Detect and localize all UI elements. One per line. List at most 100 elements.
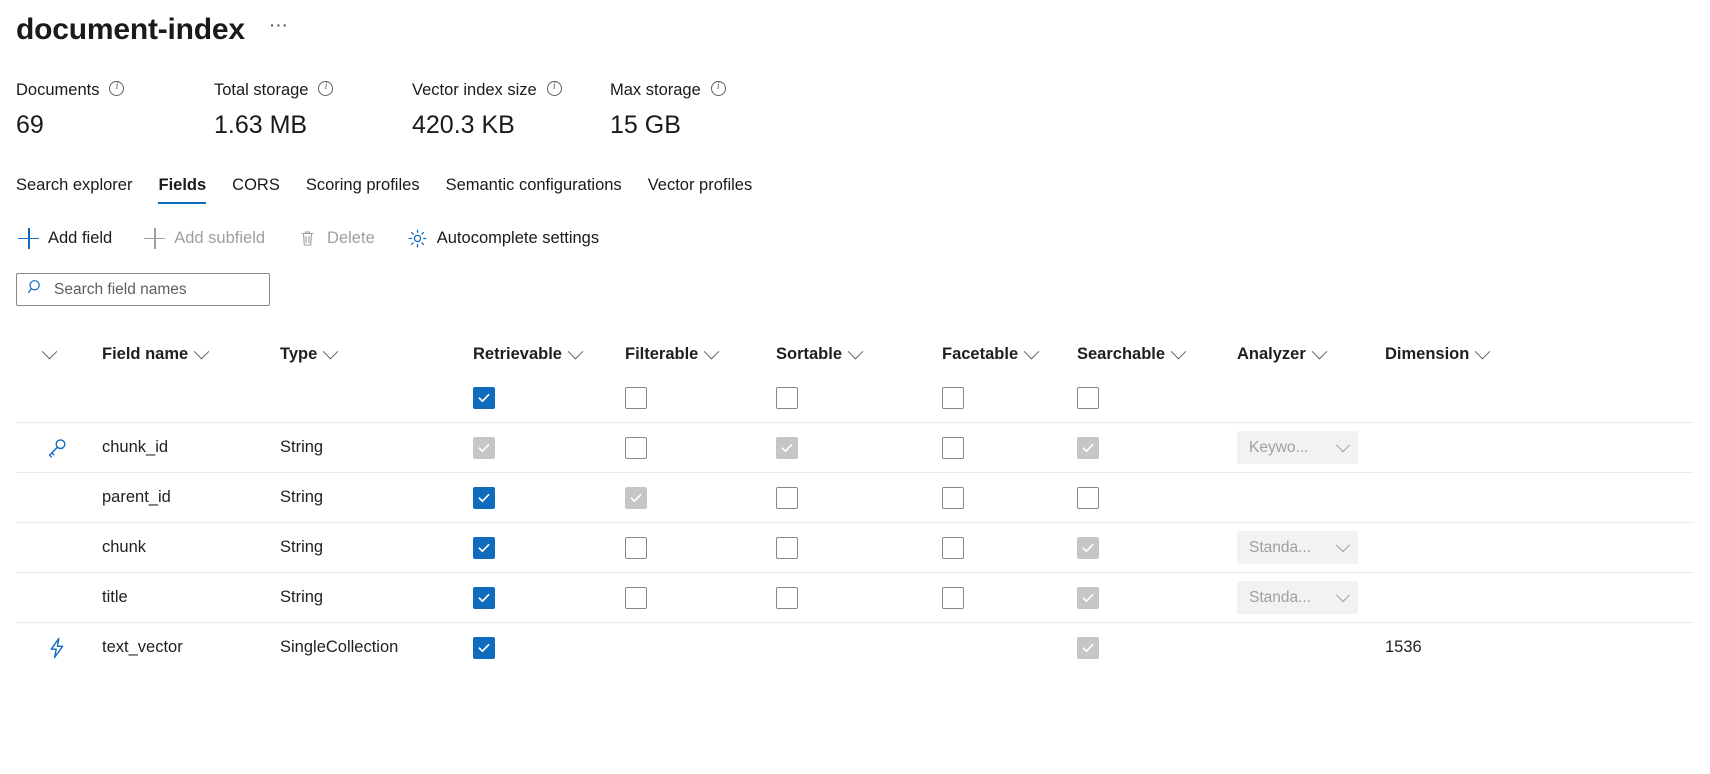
checkbox-searchable[interactable]	[1077, 486, 1099, 509]
checkbox-facetable[interactable]	[942, 486, 964, 509]
table-row[interactable]: text_vector SingleCollection 1536	[16, 622, 1694, 672]
checkbox-filterable[interactable]	[625, 586, 647, 609]
type-text: SingleCollection	[280, 638, 399, 656]
checkbox-searchable-all[interactable]	[1077, 387, 1099, 409]
column-header-expand[interactable]	[16, 343, 102, 360]
stat-value: 1.63 MB	[214, 111, 308, 139]
analyzer-dropdown[interactable]: Standa...	[1237, 581, 1358, 614]
column-header-filterable[interactable]: Filterable	[625, 343, 776, 364]
fields-table: Field name Type Retrievable Filterable S…	[16, 334, 1694, 672]
select-all-filterable	[625, 387, 776, 409]
row-retrievable	[473, 586, 625, 609]
info-icon[interactable]	[318, 81, 334, 96]
tab-fields[interactable]: Fields	[145, 175, 219, 204]
chevron-down-icon	[1023, 343, 1040, 359]
add-subfield-button[interactable]: Add subfield	[142, 227, 279, 249]
stat-label: Max storage	[610, 81, 701, 99]
column-header-sortable[interactable]: Sortable	[776, 343, 942, 364]
stat-label: Vector index size	[412, 81, 537, 99]
checkbox-retrievable[interactable]	[473, 486, 495, 509]
checkbox-searchable	[1077, 636, 1099, 659]
column-header-retrievable[interactable]: Retrievable	[473, 343, 625, 364]
chevron-down-icon	[1170, 343, 1187, 359]
info-icon[interactable]	[710, 81, 726, 96]
checkbox-retrievable[interactable]	[473, 536, 495, 559]
stat-value: 69	[16, 111, 44, 139]
row-field-name: title	[102, 588, 280, 607]
page-header: document-index ···	[16, 0, 1694, 50]
checkbox-retrievable-all[interactable]	[473, 387, 495, 409]
row-type: String	[280, 488, 473, 507]
checkbox-sortable[interactable]	[776, 586, 798, 609]
column-header-type[interactable]: Type	[280, 343, 473, 364]
checkbox-filterable[interactable]	[625, 436, 647, 459]
command-label: Autocomplete settings	[436, 229, 600, 247]
index-stats: Documents 69 Total storage 1.63 MB Vecto…	[16, 80, 1694, 140]
checkbox-sortable[interactable]	[776, 536, 798, 559]
delete-button[interactable]: Delete	[295, 228, 389, 249]
checkbox-filterable	[625, 637, 647, 659]
command-bar: Add field Add subfield Delete Autocomple…	[16, 221, 1694, 255]
chevron-down-icon	[323, 343, 339, 359]
column-header-facetable[interactable]: Facetable	[942, 343, 1077, 364]
command-label: Delete	[327, 229, 375, 247]
field-name-text: chunk_id	[102, 438, 169, 456]
type-text: String	[280, 588, 324, 606]
column-header-searchable[interactable]: Searchable	[1077, 343, 1237, 364]
tab-semantic-configurations[interactable]: Semantic configurations	[433, 175, 635, 204]
tab-search-explorer[interactable]: Search explorer	[16, 175, 145, 204]
checkbox-searchable	[1077, 586, 1099, 609]
stat-value: 420.3 KB	[412, 111, 515, 139]
checkbox-retrievable[interactable]	[473, 636, 495, 659]
table-header-row: Field name Type Retrievable Filterable S…	[16, 334, 1694, 374]
command-label: Add field	[48, 229, 113, 247]
search-input[interactable]: Search field names	[54, 281, 187, 299]
row-filterable	[625, 586, 776, 609]
column-label: Searchable	[1077, 344, 1166, 363]
add-field-button[interactable]: Add field	[16, 227, 126, 249]
dimension-value: 1536	[1385, 638, 1422, 656]
table-row[interactable]: chunk_id String Keywo...	[16, 422, 1694, 472]
row-sortable	[776, 586, 942, 609]
checkbox-sortable-all[interactable]	[776, 387, 798, 409]
field-name-text: text_vector	[102, 638, 183, 656]
checkbox-facetable[interactable]	[942, 436, 964, 459]
search-field-names-box[interactable]: Search field names	[16, 273, 270, 306]
search-icon	[27, 278, 45, 301]
table-row[interactable]: chunk String Standa...	[16, 522, 1694, 572]
checkbox-sortable[interactable]	[776, 486, 798, 509]
more-options-icon[interactable]: ···	[263, 16, 294, 44]
checkbox-facetable[interactable]	[942, 586, 964, 609]
checkbox-filterable-all[interactable]	[625, 387, 647, 409]
tab-cors[interactable]: CORS	[219, 175, 293, 204]
checkbox-filterable[interactable]	[625, 536, 647, 559]
tab-scoring-profiles[interactable]: Scoring profiles	[293, 175, 433, 204]
row-sortable	[776, 637, 942, 659]
checkbox-searchable	[1077, 536, 1099, 559]
column-header-dimension[interactable]: Dimension	[1385, 343, 1545, 364]
row-analyzer: Standa...	[1237, 581, 1385, 614]
chevron-down-icon	[847, 343, 864, 359]
checkbox-facetable-all[interactable]	[942, 387, 964, 409]
select-all-retrievable	[473, 387, 625, 409]
analyzer-dropdown[interactable]: Standa...	[1237, 531, 1358, 564]
info-icon[interactable]	[109, 81, 125, 96]
table-row[interactable]: parent_id String	[16, 472, 1694, 522]
info-icon[interactable]	[546, 81, 562, 96]
select-all-facetable	[942, 387, 1077, 409]
analyzer-dropdown[interactable]: Keywo...	[1237, 431, 1358, 464]
checkbox-retrievable[interactable]	[473, 586, 495, 609]
analyzer-value: Standa...	[1249, 588, 1312, 606]
analyzer-value: Standa...	[1249, 538, 1312, 556]
tab-vector-profiles[interactable]: Vector profiles	[635, 175, 766, 204]
gear-icon	[407, 228, 428, 249]
column-header-field-name[interactable]: Field name	[102, 343, 280, 364]
table-row[interactable]: title String Standa...	[16, 572, 1694, 622]
row-filterable	[625, 536, 776, 559]
checkbox-facetable[interactable]	[942, 536, 964, 559]
column-header-analyzer[interactable]: Analyzer	[1237, 343, 1385, 364]
checkbox-searchable	[1077, 436, 1099, 459]
vector-icon	[44, 635, 70, 661]
autocomplete-settings-button[interactable]: Autocomplete settings	[405, 228, 613, 249]
trash-icon	[297, 228, 318, 249]
